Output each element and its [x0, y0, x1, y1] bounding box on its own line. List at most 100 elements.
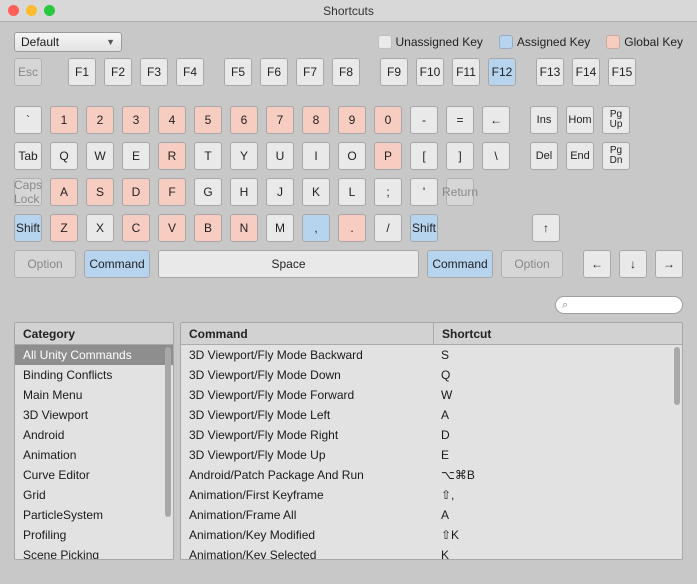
command-row[interactable]: 3D Viewport/Fly Mode LeftA — [181, 405, 682, 425]
command-row[interactable]: Animation/Key SelectedK — [181, 545, 682, 559]
profile-dropdown[interactable]: Default ▼ — [14, 32, 122, 52]
key-f2[interactable]: F2 — [104, 58, 132, 86]
key-ins[interactable]: Ins — [530, 106, 558, 134]
key-esc[interactable]: Esc — [14, 58, 42, 86]
key-option[interactable]: Option — [501, 250, 563, 278]
key-f4[interactable]: F4 — [176, 58, 204, 86]
key--[interactable]: ← — [482, 106, 510, 134]
command-list[interactable]: 3D Viewport/Fly Mode BackwardS3D Viewpor… — [181, 345, 682, 559]
category-item[interactable]: Android — [15, 425, 173, 445]
key-d[interactable]: D — [122, 178, 150, 206]
key-pgup[interactable]: PgUp — [602, 106, 630, 134]
key-f11[interactable]: F11 — [452, 58, 480, 86]
command-row[interactable]: 3D Viewport/Fly Mode ForwardW — [181, 385, 682, 405]
key-4[interactable]: 4 — [158, 106, 186, 134]
key--[interactable]: ] — [446, 142, 474, 170]
key--[interactable]: [ — [410, 142, 438, 170]
key-1[interactable]: 1 — [50, 106, 78, 134]
key--[interactable]: - — [410, 106, 438, 134]
key--[interactable]: ↓ — [619, 250, 647, 278]
key-m[interactable]: M — [266, 214, 294, 242]
key-command[interactable]: Command — [427, 250, 493, 278]
key-2[interactable]: 2 — [86, 106, 114, 134]
key-return[interactable]: Return — [446, 178, 474, 206]
key-tab[interactable]: Tab — [14, 142, 42, 170]
key-r[interactable]: R — [158, 142, 186, 170]
key-l[interactable]: L — [338, 178, 366, 206]
command-row[interactable]: 3D Viewport/Fly Mode DownQ — [181, 365, 682, 385]
command-row[interactable]: Animation/Key Modified⇧K — [181, 525, 682, 545]
key--[interactable]: . — [338, 214, 366, 242]
key-5[interactable]: 5 — [194, 106, 222, 134]
search-input[interactable]: ⌕ — [555, 296, 683, 314]
key-s[interactable]: S — [86, 178, 114, 206]
key-7[interactable]: 7 — [266, 106, 294, 134]
category-item[interactable]: Grid — [15, 485, 173, 505]
key-e[interactable]: E — [122, 142, 150, 170]
key-6[interactable]: 6 — [230, 106, 258, 134]
key-0[interactable]: 0 — [374, 106, 402, 134]
key-f12[interactable]: F12 — [488, 58, 516, 86]
key-j[interactable]: J — [266, 178, 294, 206]
minimize-window-button[interactable] — [26, 5, 37, 16]
key-o[interactable]: O — [338, 142, 366, 170]
key-a[interactable]: A — [50, 178, 78, 206]
key-u[interactable]: U — [266, 142, 294, 170]
key-i[interactable]: I — [302, 142, 330, 170]
key-f10[interactable]: F10 — [416, 58, 444, 86]
category-item[interactable]: 3D Viewport — [15, 405, 173, 425]
category-list[interactable]: All Unity CommandsBinding ConflictsMain … — [15, 345, 173, 559]
key-space[interactable]: Space — [158, 250, 419, 278]
key-n[interactable]: N — [230, 214, 258, 242]
scrollbar[interactable] — [165, 347, 171, 517]
zoom-window-button[interactable] — [44, 5, 55, 16]
category-item[interactable]: Main Menu — [15, 385, 173, 405]
category-item[interactable]: Animation — [15, 445, 173, 465]
key--[interactable]: \ — [482, 142, 510, 170]
key-w[interactable]: W — [86, 142, 114, 170]
command-row[interactable]: Android/Patch Package And Run⌥⌘B — [181, 465, 682, 485]
key-f1[interactable]: F1 — [68, 58, 96, 86]
key-option[interactable]: Option — [14, 250, 76, 278]
scrollbar[interactable] — [674, 347, 680, 405]
key-z[interactable]: Z — [50, 214, 78, 242]
key-del[interactable]: Del — [530, 142, 558, 170]
key-3[interactable]: 3 — [122, 106, 150, 134]
key-y[interactable]: Y — [230, 142, 258, 170]
key-h[interactable]: H — [230, 178, 258, 206]
key--[interactable]: , — [302, 214, 330, 242]
category-item[interactable]: Binding Conflicts — [15, 365, 173, 385]
key-f8[interactable]: F8 — [332, 58, 360, 86]
key-shift[interactable]: Shift — [410, 214, 438, 242]
key-t[interactable]: T — [194, 142, 222, 170]
key-caps-lock[interactable]: Caps Lock — [14, 178, 42, 206]
key--[interactable]: ; — [374, 178, 402, 206]
key-f6[interactable]: F6 — [260, 58, 288, 86]
category-item[interactable]: ParticleSystem — [15, 505, 173, 525]
key-g[interactable]: G — [194, 178, 222, 206]
command-row[interactable]: Animation/First Keyframe⇧, — [181, 485, 682, 505]
key-x[interactable]: X — [86, 214, 114, 242]
key-f14[interactable]: F14 — [572, 58, 600, 86]
key-v[interactable]: V — [158, 214, 186, 242]
key-c[interactable]: C — [122, 214, 150, 242]
key--[interactable]: ↑ — [532, 214, 560, 242]
key-shift[interactable]: Shift — [14, 214, 42, 242]
key-b[interactable]: B — [194, 214, 222, 242]
key-f5[interactable]: F5 — [224, 58, 252, 86]
key-q[interactable]: Q — [50, 142, 78, 170]
key-f7[interactable]: F7 — [296, 58, 324, 86]
key--[interactable]: → — [655, 250, 683, 278]
command-row[interactable]: 3D Viewport/Fly Mode UpE — [181, 445, 682, 465]
category-item[interactable]: Curve Editor — [15, 465, 173, 485]
command-row[interactable]: 3D Viewport/Fly Mode BackwardS — [181, 345, 682, 365]
category-item[interactable]: Profiling — [15, 525, 173, 545]
key-end[interactable]: End — [566, 142, 594, 170]
key--[interactable]: ' — [410, 178, 438, 206]
key-f9[interactable]: F9 — [380, 58, 408, 86]
key--[interactable]: ` — [14, 106, 42, 134]
key-hom[interactable]: Hom — [566, 106, 594, 134]
key--[interactable]: ← — [583, 250, 611, 278]
key-k[interactable]: K — [302, 178, 330, 206]
key-8[interactable]: 8 — [302, 106, 330, 134]
